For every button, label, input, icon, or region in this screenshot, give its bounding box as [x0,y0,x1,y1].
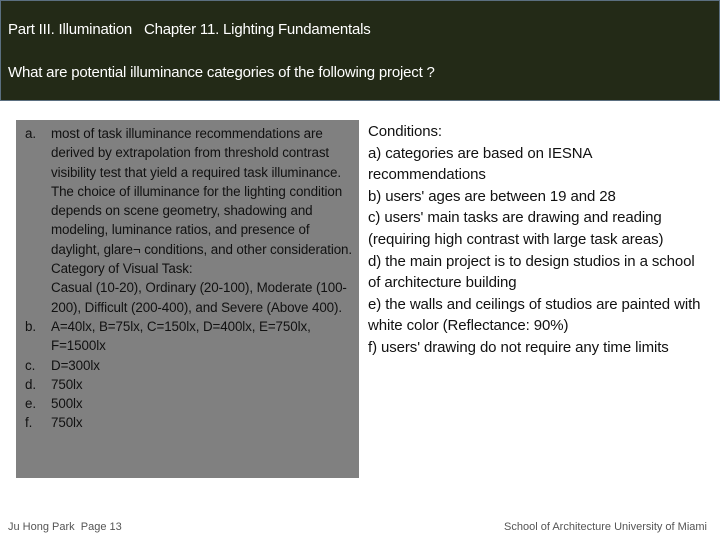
option-a-category-heading: Category of Visual Task: [51,261,193,277]
option-marker: d. [25,376,36,392]
chapter-label: Chapter 11. Lighting Fundamentals [144,21,371,38]
slide-title: Part III. Illumination Chapter 11. Lighti… [8,21,371,38]
option-e: e. 500lx [16,394,359,413]
option-marker: e. [25,396,36,412]
option-b: b. A=40lx, B=75lx, C=150lx, D=400lx, E=7… [16,317,359,356]
slide-header: Part III. Illumination Chapter 11. Lighti… [0,0,720,101]
option-marker: f. [25,415,33,431]
condition-item: b) users' ages are between 19 and 28 [368,187,616,205]
answer-options-box: a. most of task illuminance recommendati… [16,120,359,478]
condition-item: e) the walls and ceilings of studios are… [368,295,701,335]
option-d: d. 750lx [16,375,359,394]
conditions-heading: Conditions: [368,123,442,140]
condition-item: f) users' drawing do not require any tim… [368,338,669,356]
option-e-text: 500lx [51,396,83,412]
condition-item: c) users' main tasks are drawing and rea… [368,209,664,248]
footer-author: Ju Hong Park [8,521,75,533]
option-a-category-ranges: Casual (10-20), Ordinary (20-100), Moder… [51,280,347,315]
footer-author-page: Ju Hong Park Page 13 [8,521,122,533]
option-marker: a. [25,126,36,141]
option-marker: b. [25,318,36,334]
option-c-text: D=300lx [51,357,100,373]
option-f: f. 750lx [16,413,359,432]
footer-page-number: Page 13 [80,521,122,533]
option-f-text: 750lx [51,415,83,431]
conditions-panel: Conditions: a) categories are based on I… [368,121,708,359]
option-c: c. D=300lx [16,356,359,375]
condition-item: a) categories are based on IESNA recomme… [368,144,592,184]
option-a-description: most of task illuminance recommendations… [51,126,353,257]
option-marker: c. [25,357,36,373]
answer-options-list: a. most of task illuminance recommendati… [16,120,359,433]
part-label: Part III. Illumination [8,21,132,38]
option-a: a. most of task illuminance recommendati… [16,124,359,317]
condition-item: d) the main project is to design studios… [368,252,695,292]
option-b-text: A=40lx, B=75lx, C=150lx, D=400lx, E=750l… [51,318,311,354]
footer-institution: School of Architecture University of Mia… [504,521,707,533]
question-text: What are potential illuminance categorie… [8,64,435,81]
option-d-text: 750lx [51,376,83,392]
